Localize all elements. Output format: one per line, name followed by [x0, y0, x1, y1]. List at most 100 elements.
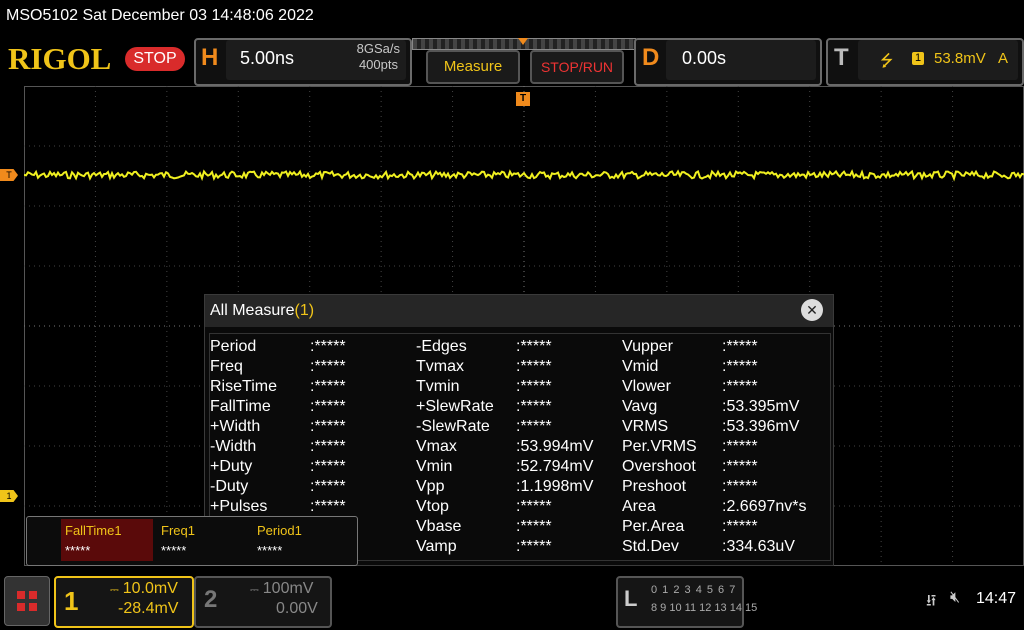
measurement-item-value: *****	[161, 543, 187, 558]
channel-2-offset: 0.00V	[276, 600, 318, 617]
measurement-item-name: Period1	[257, 523, 302, 538]
channel-1-offset: -28.4mV	[118, 600, 179, 617]
close-icon[interactable]: ✕	[801, 299, 823, 321]
measure-name: Preshoot	[622, 478, 687, 495]
measure-name: RiseTime	[210, 378, 277, 395]
measurement-item[interactable]: Freq1 *****	[157, 519, 249, 561]
channel-2-scale: ⎓ 100mV	[250, 580, 313, 598]
measure-value: :*****	[310, 378, 346, 395]
measure-value: :53.395mV	[722, 398, 800, 415]
memory-points: 400pts	[358, 57, 398, 72]
la-channels-row-1: 0 1 2 3 4 5 6 7	[651, 584, 737, 596]
trigger-source-badge: 1	[912, 52, 924, 65]
channel-1-number: 1	[64, 586, 79, 616]
measure-value: :53.994mV	[516, 438, 594, 455]
measure-name: +Width	[210, 418, 261, 435]
channel-1-scale: ⎓ 10.0mV	[110, 580, 178, 598]
delay-value: 0.00s	[682, 48, 727, 68]
measurement-item-name: FallTime1	[65, 523, 122, 538]
measurement-item[interactable]: FallTime1 *****	[61, 519, 153, 561]
measure-value: :*****	[722, 378, 758, 395]
measure-value: :*****	[516, 538, 552, 555]
measure-name: Period	[210, 338, 257, 355]
measure-name: Vmax	[416, 438, 457, 455]
rigol-logo: RIGOL	[8, 41, 112, 76]
measure-name: FallTime	[210, 398, 271, 415]
trigger-level: 53.8mV	[934, 50, 986, 67]
measure-name: Tvmax	[416, 358, 464, 375]
home-menu-button[interactable]	[4, 576, 50, 626]
measure-value: :*****	[516, 358, 552, 375]
sample-rate: 8GSa/s	[356, 41, 400, 56]
ch1-waveform-trace	[24, 169, 1024, 182]
ch1-offset-marker[interactable]: 1	[0, 490, 18, 502]
measure-button[interactable]: Measure	[426, 50, 520, 84]
measure-name: Vmid	[622, 358, 659, 375]
measurement-result-bar[interactable]: FallTime1 ***** Freq1 ***** Period1 *****	[26, 516, 358, 566]
measure-name: Vbase	[416, 518, 462, 535]
ruler-marker-icon	[518, 38, 528, 45]
measure-value: :*****	[310, 398, 346, 415]
measure-value: :1.1998mV	[516, 478, 594, 495]
measure-value: :*****	[516, 338, 552, 355]
delay-letter: D	[642, 44, 660, 71]
measure-name: Tvmin	[416, 378, 460, 395]
measure-name: Per.VRMS	[622, 438, 697, 455]
run-state-badge[interactable]: STOP	[125, 47, 185, 71]
measure-value: :*****	[310, 458, 346, 475]
rising-edge-icon: ⭍	[880, 53, 894, 70]
home-grid-icon	[29, 591, 37, 599]
measure-name: Std.Dev	[622, 538, 679, 555]
title-bar: MSO5102 Sat December 03 14:48:06 2022	[0, 0, 1024, 34]
dc-coupling-icon: ⎓	[110, 584, 119, 596]
measure-name: Vtop	[416, 498, 449, 515]
measure-value: :*****	[310, 418, 346, 435]
measure-name: Vamp	[416, 538, 457, 555]
measure-name: -Duty	[210, 478, 249, 495]
dialog-title: All Measure(1)	[210, 302, 314, 320]
trigger-level-marker[interactable]: T	[0, 169, 18, 181]
measure-name: VRMS	[622, 418, 669, 435]
measure-name: Freq	[210, 358, 243, 375]
dialog-header[interactable]: All Measure(1) ✕	[205, 295, 833, 327]
channel-2-scale-value: 100mV	[262, 580, 314, 597]
measure-name: Area	[622, 498, 656, 515]
measure-name: -SlewRate	[416, 418, 490, 435]
la-channels-row-2: 8 9 10 11 12 13 14 15	[651, 602, 758, 614]
home-grid-icon	[17, 591, 25, 599]
measure-name: +Pulses	[210, 498, 268, 515]
stop-run-button[interactable]: STOP/RUN	[530, 50, 624, 84]
measure-value: :*****	[310, 358, 346, 375]
trigger-letter: T	[834, 44, 849, 71]
measure-value: :*****	[310, 478, 346, 495]
logic-analyzer-letter: L	[624, 586, 638, 611]
dialog-title-text: All Measure	[210, 302, 295, 319]
measure-name: Per.Area	[622, 518, 685, 535]
measurement-item[interactable]: Period1 *****	[253, 519, 345, 561]
measure-name: Vavg	[622, 398, 658, 415]
measure-value: :*****	[516, 378, 552, 395]
measure-value: :334.63uV	[722, 538, 795, 555]
horizontal-letter: H	[201, 44, 219, 71]
measure-value: :*****	[310, 338, 346, 355]
measure-value: :*****	[516, 518, 552, 535]
measure-name: Overshoot	[622, 458, 696, 475]
measure-value: :*****	[516, 498, 552, 515]
measure-name: Vpp	[416, 478, 445, 495]
measure-name: +Duty	[210, 458, 253, 475]
measure-value: :2.6697nv*s	[722, 498, 807, 515]
measure-value: :*****	[722, 478, 758, 495]
channel-1-scale-value: 10.0mV	[122, 580, 178, 597]
measure-value: :*****	[310, 438, 346, 455]
speaker-muted-icon[interactable]: 🔇︎	[950, 589, 960, 607]
usb-icon: ⭿	[926, 593, 937, 610]
measure-name: Vupper	[622, 338, 673, 355]
measure-value: :*****	[722, 438, 758, 455]
measure-value: :*****	[516, 418, 552, 435]
home-grid-icon	[29, 603, 37, 611]
measure-name: Vmin	[416, 458, 453, 475]
measure-value: :*****	[722, 358, 758, 375]
measure-value: :*****	[516, 398, 552, 415]
measure-name: +SlewRate	[416, 398, 494, 415]
trigger-position-marker[interactable]: T	[516, 92, 530, 106]
